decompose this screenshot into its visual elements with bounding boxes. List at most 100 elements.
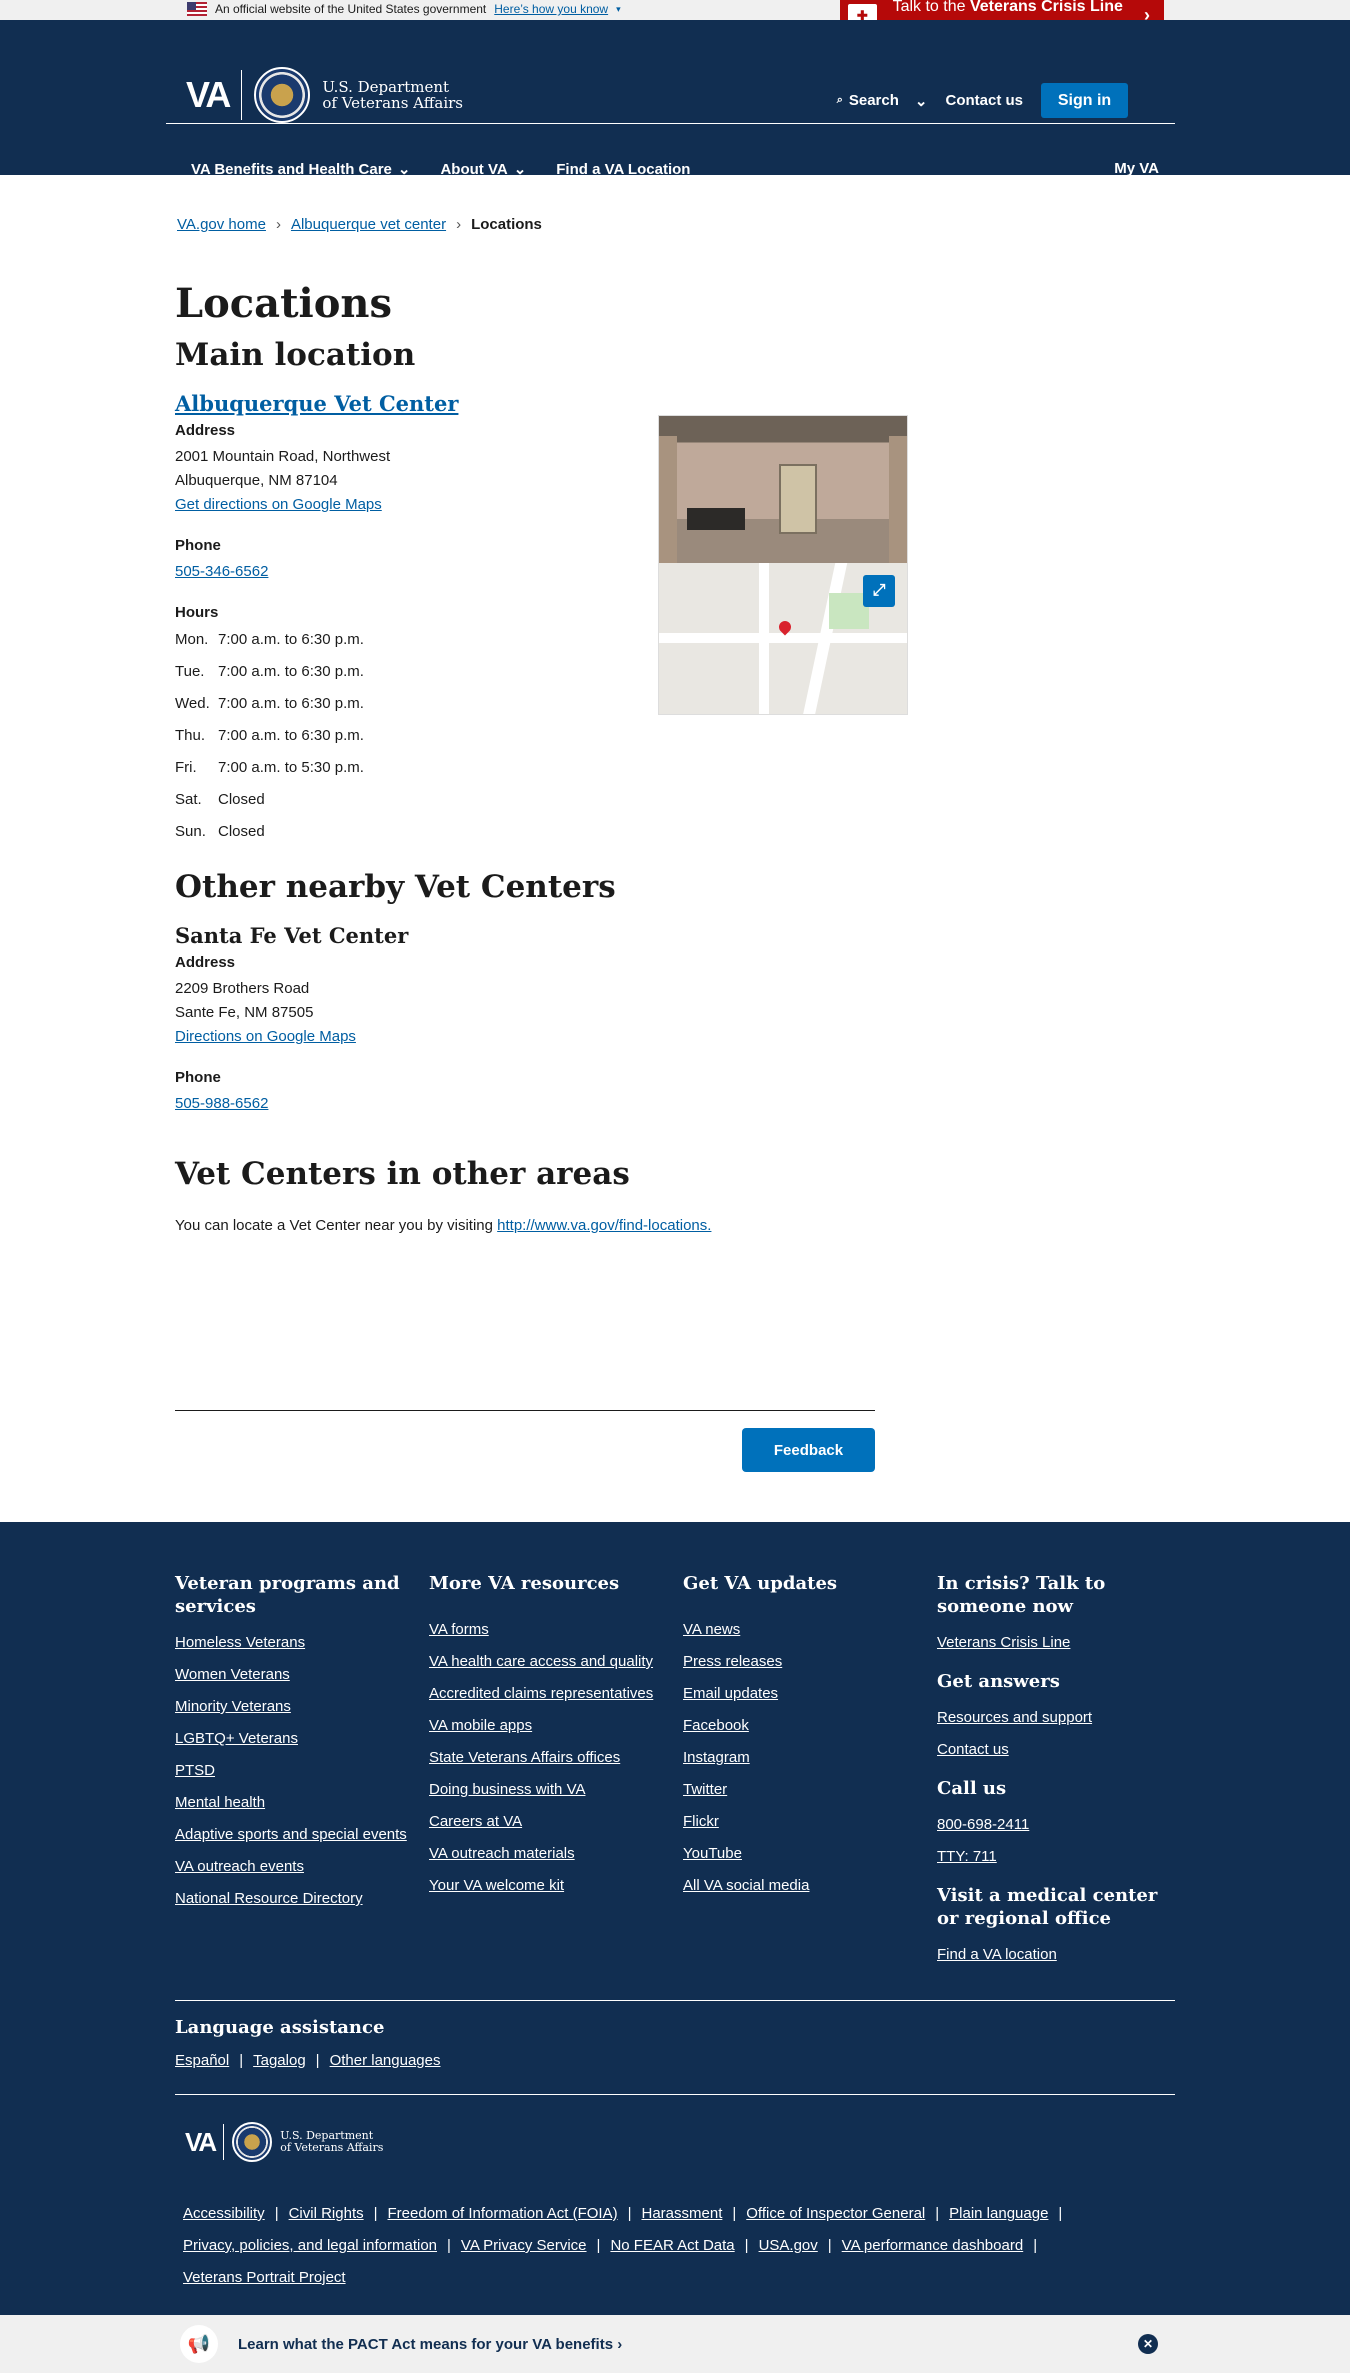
footer-link[interactable]: VA outreach events bbox=[175, 1856, 415, 1888]
footer-link[interactable]: Accredited claims representatives bbox=[429, 1683, 669, 1715]
footer-link[interactable]: Twitter bbox=[683, 1779, 923, 1811]
language-link[interactable]: Español bbox=[175, 2052, 229, 2069]
footer-link[interactable]: Resources and support bbox=[937, 1707, 1177, 1739]
hours-time: 7:00 a.m. to 5:30 p.m. bbox=[218, 758, 364, 776]
va-seal-icon bbox=[254, 67, 311, 123]
va-logo[interactable]: VA U.S. Department of Veterans Affairs bbox=[186, 67, 463, 123]
bottom-link[interactable]: Office of Inspector General bbox=[746, 2205, 925, 2222]
bottom-link[interactable]: No FEAR Act Data bbox=[610, 2237, 734, 2254]
bottom-link[interactable]: VA Privacy Service bbox=[461, 2237, 587, 2254]
breadcrumb-home[interactable]: VA.gov home bbox=[177, 216, 266, 233]
bottom-link[interactable]: USA.gov bbox=[759, 2237, 818, 2254]
bottom-link[interactable]: Veterans Portrait Project bbox=[183, 2269, 346, 2286]
page-title: Locations bbox=[175, 280, 393, 327]
footer-link[interactable]: Careers at VA bbox=[429, 1811, 669, 1843]
footer-col-programs: Veteran programs and services Homeless V… bbox=[175, 1572, 415, 1920]
bottom-link[interactable]: Privacy, policies, and legal information bbox=[183, 2237, 437, 2254]
va-wordmark: VA bbox=[186, 74, 231, 115]
footer-link[interactable]: All VA social media bbox=[683, 1875, 923, 1907]
footer-link[interactable]: Email updates bbox=[683, 1683, 923, 1715]
hours-time: 7:00 a.m. to 6:30 p.m. bbox=[218, 662, 364, 680]
bottom-link[interactable]: Accessibility bbox=[183, 2205, 265, 2222]
nav-benefits-label: VA Benefits and Health Care bbox=[191, 160, 392, 178]
sign-in-button[interactable]: Sign in bbox=[1041, 83, 1128, 118]
directions-link[interactable]: Directions on Google Maps bbox=[175, 1025, 915, 1049]
expand-map-icon[interactable]: ⤢ bbox=[863, 575, 895, 607]
footer-link[interactable]: LGBTQ+ Veterans bbox=[175, 1728, 415, 1760]
footer-col-title: Get VA updates bbox=[683, 1573, 838, 1594]
footer-link[interactable]: Press releases bbox=[683, 1651, 923, 1683]
footer-link[interactable]: Mental health bbox=[175, 1792, 415, 1824]
heres-how-you-know-link[interactable]: Here’s how you know bbox=[494, 2, 608, 16]
search-button[interactable]: ⌕ Search ⌄ bbox=[837, 92, 928, 110]
nav-about[interactable]: About VA ⌄ bbox=[440, 160, 526, 179]
pact-act-link[interactable]: Learn what the PACT Act means for your V… bbox=[238, 2336, 622, 2353]
crisis-prefix: Talk to the bbox=[892, 0, 970, 15]
footer-col-title: Veteran programs and services bbox=[175, 1573, 400, 1617]
footer-link[interactable]: Minority Veterans bbox=[175, 1696, 415, 1728]
nav-find-location[interactable]: Find a VA Location bbox=[556, 160, 690, 178]
breadcrumb-separator: › bbox=[456, 216, 462, 233]
bottom-link[interactable]: VA performance dashboard bbox=[842, 2237, 1024, 2254]
photo-pillar bbox=[889, 436, 907, 563]
nav-about-label: About VA bbox=[440, 160, 508, 178]
search-label: Search bbox=[848, 92, 899, 109]
footer-link[interactable]: Your VA welcome kit bbox=[429, 1875, 669, 1907]
footer-link[interactable]: 800-698-2411 bbox=[937, 1814, 1177, 1846]
footer-link[interactable]: Women Veterans bbox=[175, 1664, 415, 1696]
footer-link[interactable]: VA forms bbox=[429, 1619, 669, 1651]
footer-link[interactable]: Instagram bbox=[683, 1747, 923, 1779]
footer-link[interactable]: Find a VA location bbox=[937, 1944, 1177, 1976]
footer-link[interactable]: State Veterans Affairs offices bbox=[429, 1747, 669, 1779]
main-location-name-link[interactable]: Albuquerque Vet Center bbox=[175, 391, 915, 416]
feedback-button[interactable]: Feedback bbox=[742, 1428, 875, 1472]
language-link[interactable]: Tagalog bbox=[253, 2052, 306, 2069]
megaphone-icon: 📢 bbox=[180, 2325, 218, 2363]
phone-link[interactable]: 505-988-6562 bbox=[175, 1092, 915, 1116]
footer-link[interactable]: Adaptive sports and special events bbox=[175, 1824, 415, 1856]
language-link[interactable]: Other languages bbox=[330, 2052, 441, 2069]
footer-link[interactable]: Contact us bbox=[937, 1739, 1177, 1771]
hours-day: Wed. bbox=[175, 694, 210, 712]
footer-link[interactable]: PTSD bbox=[175, 1760, 415, 1792]
my-va-link[interactable]: My VA bbox=[1114, 160, 1159, 177]
link-separator: | bbox=[827, 2237, 832, 2254]
footer-link[interactable]: Doing business with VA bbox=[429, 1779, 669, 1811]
us-flag-icon bbox=[187, 2, 207, 16]
footer-link[interactable]: Veterans Crisis Line bbox=[937, 1632, 1177, 1664]
phone-label: Phone bbox=[175, 1069, 221, 1086]
bottom-link[interactable]: Freedom of Information Act (FOIA) bbox=[388, 2205, 618, 2222]
contact-us-link[interactable]: Contact us bbox=[945, 92, 1023, 109]
nav-benefits[interactable]: VA Benefits and Health Care ⌄ bbox=[191, 160, 410, 179]
footer-link[interactable]: TTY: 711 bbox=[937, 1846, 1177, 1878]
nearby-location-name: Santa Fe Vet Center bbox=[175, 923, 409, 948]
department-name: U.S. Department of Veterans Affairs bbox=[280, 2130, 383, 2154]
footer-link[interactable]: VA health care access and quality bbox=[429, 1651, 669, 1683]
footer-link[interactable]: VA outreach materials bbox=[429, 1843, 669, 1875]
footer-link[interactable]: Facebook bbox=[683, 1715, 923, 1747]
crisis-bold: Veterans Crisis Line bbox=[969, 0, 1123, 15]
find-locations-link[interactable]: http://www.va.gov/find-locations. bbox=[497, 1217, 711, 1234]
bottom-link[interactable]: Plain language bbox=[949, 2205, 1048, 2222]
link-separator: | bbox=[1033, 2237, 1038, 2254]
footer-link[interactable]: Homeless Veterans bbox=[175, 1632, 415, 1664]
chevron-down-icon: ▾ bbox=[616, 3, 621, 14]
link-separator: | bbox=[373, 2205, 378, 2222]
facility-photo bbox=[659, 416, 907, 563]
footer-link[interactable]: National Resource Directory bbox=[175, 1888, 415, 1920]
hours-time: 7:00 a.m. to 6:30 p.m. bbox=[218, 726, 364, 744]
hours-row: Fri. 7:00 a.m. to 5:30 p.m. bbox=[175, 751, 915, 783]
footer-va-logo[interactable]: VA U.S. Department of Veterans Affairs bbox=[185, 2122, 383, 2162]
footer-link[interactable]: VA news bbox=[683, 1619, 923, 1651]
bottom-link[interactable]: Civil Rights bbox=[289, 2205, 364, 2222]
location-map[interactable]: ⤢ bbox=[659, 563, 907, 714]
dept-line2: of Veterans Affairs bbox=[322, 94, 464, 112]
footer-link[interactable]: Flickr bbox=[683, 1811, 923, 1843]
bottom-link[interactable]: Harassment bbox=[642, 2205, 723, 2222]
other-areas-text: You can locate a Vet Center near you by … bbox=[175, 1214, 915, 1238]
breadcrumb-vet-center[interactable]: Albuquerque vet center bbox=[291, 216, 446, 233]
footer-link[interactable]: YouTube bbox=[683, 1843, 923, 1875]
footer-col-crisis: In crisis? Talk to someone now Veterans … bbox=[937, 1572, 1177, 1976]
close-icon[interactable]: ✕ bbox=[1138, 2334, 1158, 2354]
footer-link[interactable]: VA mobile apps bbox=[429, 1715, 669, 1747]
